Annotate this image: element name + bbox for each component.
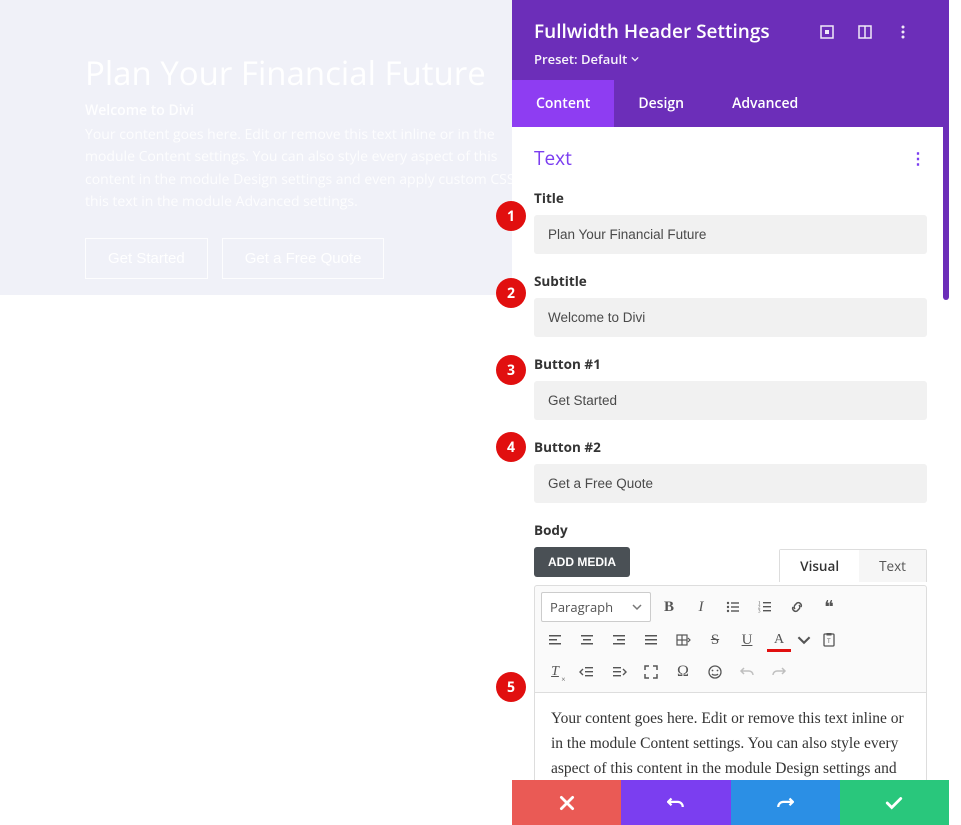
undo-icon[interactable] (733, 658, 761, 686)
align-left-icon[interactable] (541, 626, 569, 654)
panel-header: Fullwidth Header Settings Preset: Defaul… (512, 0, 949, 80)
label-subtitle: Subtitle (534, 272, 927, 290)
annotation-badge-4: 4 (496, 432, 526, 462)
hero-button-1[interactable]: Get Started (85, 238, 208, 279)
bold-icon[interactable]: B (655, 593, 683, 621)
fullscreen-icon[interactable] (637, 658, 665, 686)
special-char-icon[interactable]: Ω (669, 658, 697, 686)
panel-body: Text ⋮ Title Subtitle Button #1 Button #… (512, 127, 949, 780)
preset-label: Preset: Default (534, 50, 627, 68)
emoji-icon[interactable] (701, 658, 729, 686)
underline-icon[interactable]: U (733, 626, 761, 654)
section-header: Text ⋮ (534, 145, 927, 171)
kebab-menu-icon[interactable] (895, 24, 911, 40)
section-title-text[interactable]: Text (534, 145, 572, 171)
label-body: Body (534, 521, 927, 539)
panel-tabs: Content Design Advanced (512, 80, 949, 127)
body-editor[interactable]: Your content goes here. Edit or remove t… (534, 693, 927, 780)
redo-button[interactable] (731, 780, 840, 825)
annotation-badge-1: 1 (496, 201, 526, 231)
paragraph-select-label: Paragraph (550, 598, 613, 616)
hero-body-text: Your content goes here. Edit or remove t… (85, 124, 545, 214)
text-color-arrow-icon[interactable] (797, 626, 811, 654)
panel-footer (512, 780, 949, 825)
save-button[interactable] (840, 780, 949, 825)
paragraph-select[interactable]: Paragraph (541, 592, 651, 622)
italic-icon[interactable]: I (687, 593, 715, 621)
tab-design[interactable]: Design (614, 80, 708, 127)
cancel-button[interactable] (512, 780, 621, 825)
strikethrough-icon[interactable]: S (701, 626, 729, 654)
annotation-badge-2: 2 (496, 278, 526, 308)
tab-content[interactable]: Content (512, 80, 614, 127)
clear-formatting-icon[interactable]: T× (541, 658, 569, 686)
title-field[interactable] (534, 215, 927, 254)
expand-icon[interactable] (819, 24, 835, 40)
redo-icon[interactable] (765, 658, 793, 686)
label-button1: Button #1 (534, 355, 927, 373)
editor-toolbar: Paragraph B I 123 ❝ S (534, 585, 927, 693)
align-center-icon[interactable] (573, 626, 601, 654)
panel-scrollbar[interactable] (943, 120, 949, 300)
svg-text:T: T (827, 639, 831, 645)
align-right-icon[interactable] (605, 626, 633, 654)
label-button2: Button #2 (534, 438, 927, 456)
link-icon[interactable] (783, 593, 811, 621)
editor-tab-text[interactable]: Text (859, 550, 926, 582)
subtitle-field[interactable] (534, 298, 927, 337)
paste-icon[interactable]: T (815, 626, 843, 654)
bullet-list-icon[interactable] (719, 593, 747, 621)
text-color-icon[interactable]: A (765, 626, 793, 654)
add-media-button[interactable]: ADD MEDIA (534, 547, 630, 577)
indent-icon[interactable] (605, 658, 633, 686)
chevron-down-icon (632, 602, 642, 612)
button1-field[interactable] (534, 381, 927, 420)
button2-field[interactable] (534, 464, 927, 503)
label-title: Title (534, 189, 927, 207)
hero-button-2[interactable]: Get a Free Quote (222, 238, 385, 279)
editor-mode-tabs: Visual Text (779, 549, 927, 582)
settings-panel: Fullwidth Header Settings Preset: Defaul… (512, 0, 949, 825)
column-icon[interactable] (857, 24, 873, 40)
table-icon[interactable] (669, 626, 697, 654)
tab-advanced[interactable]: Advanced (708, 80, 822, 127)
align-justify-icon[interactable] (637, 626, 665, 654)
annotation-badge-3: 3 (496, 355, 526, 385)
preset-dropdown[interactable]: Preset: Default (534, 50, 927, 68)
editor-tab-visual[interactable]: Visual (780, 550, 859, 582)
annotation-badge-5: 5 (496, 672, 526, 702)
undo-button[interactable] (621, 780, 730, 825)
chevron-down-icon (631, 55, 639, 63)
numbered-list-icon[interactable]: 123 (751, 593, 779, 621)
panel-header-icons (819, 24, 911, 40)
svg-text:3: 3 (758, 610, 761, 615)
section-menu-icon[interactable]: ⋮ (910, 147, 927, 169)
blockquote-icon[interactable]: ❝ (815, 593, 843, 621)
outdent-icon[interactable] (573, 658, 601, 686)
